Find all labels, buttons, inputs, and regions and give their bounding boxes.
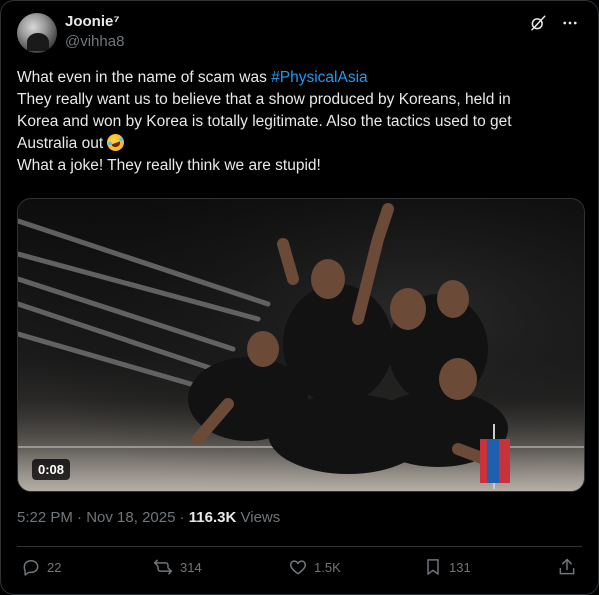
avatar[interactable] [17,13,57,53]
post-line-text: Australia out [17,135,104,152]
like-button[interactable]: 1.5K [288,557,341,577]
post-line: They really want us to believe that a sh… [17,91,511,108]
action-bar: 22 314 1.5K 131 [17,557,583,581]
reply-icon [21,557,41,577]
video-player[interactable]: 0:08 [17,198,585,492]
post-line: Australia out [17,131,585,155]
post-time[interactable]: 5:22 PM [17,509,73,526]
video-frame [18,199,584,491]
hashtag-link[interactable]: #PhysicalAsia [271,69,368,86]
grok-icon[interactable] [528,13,548,33]
meta-separator: · [72,509,87,526]
share-icon [557,557,577,577]
post-line: What even in the name of scam was #Physi… [17,67,585,89]
laughing-emoji-icon [105,131,127,154]
divider [17,546,582,547]
meta-separator: · [175,509,189,526]
reply-count: 22 [47,559,62,575]
post-card[interactable]: Joonie⁷ @vihha8 What even in the name of… [0,0,599,595]
repost-button[interactable]: 314 [152,557,202,577]
author-name[interactable]: Joonie⁷ [65,13,120,30]
post-line: Korea and won by Korea is totally legiti… [17,113,512,130]
like-count: 1.5K [314,559,341,575]
like-icon [288,557,308,577]
views-count: 116.3K [188,509,237,526]
bookmark-count: 131 [449,559,471,575]
post-date[interactable]: Nov 18, 2025 [86,509,175,526]
more-icon[interactable] [560,13,580,33]
author-handle[interactable]: @vihha8 [65,33,124,50]
bookmark-icon [423,557,443,577]
post-text: What even in the name of scam was #Physi… [17,67,585,177]
post-line-text: What even in the name of scam was [17,69,272,86]
post-top-actions [528,13,580,33]
post-line: What a joke! They really think we are st… [17,157,321,174]
share-button[interactable] [557,557,577,577]
reply-button[interactable]: 22 [21,557,61,577]
repost-count: 314 [180,559,202,575]
views-label: Views [236,509,281,526]
repost-icon [152,557,174,577]
post-meta: 5:22 PM · Nov 18, 2025 · 116.3K Views [17,509,280,526]
bookmark-button[interactable]: 131 [423,557,471,577]
video-duration-badge: 0:08 [32,459,71,480]
